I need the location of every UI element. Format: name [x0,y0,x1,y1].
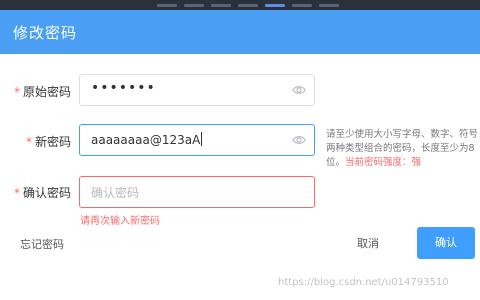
nav-segment [184,4,204,7]
confirm-button[interactable]: 确认 [417,227,475,259]
password-hint: 请至少使用大小写字母、数字、符号两种类型组合的密码，长度至少为8位。当前密码强度… [326,128,478,170]
new-password-value: aaaaaaaa@123aA [91,132,203,147]
strength-label: 当前密码强度： [345,157,412,168]
old-password-label: * 原始密码 [14,83,71,100]
new-password-input[interactable]: aaaaaaaa@123aA [79,124,315,156]
nav-segment [292,4,312,7]
nav-segment [319,4,339,7]
confirm-password-input[interactable]: 确认密码 [79,176,315,208]
strength-value: 强 [411,157,422,168]
nav-segment-active [265,4,285,7]
password-strength: 当前密码强度：强 [345,157,421,168]
nav-segment [238,4,258,7]
new-password-label: * 新密码 [26,133,71,150]
eye-icon[interactable] [292,133,306,147]
text-caret [201,132,203,146]
required-mark: * [14,85,20,99]
top-nav-strip [0,0,480,10]
old-password-label-text: 原始密码 [23,85,72,99]
dialog-title: 修改密码 [13,24,78,42]
old-password-input[interactable]: ••••••• [79,74,315,106]
required-mark: * [14,186,20,200]
confirm-password-label-text: 确认密码 [23,186,72,200]
required-mark: * [26,135,32,149]
dialog-header: 修改密码 [0,10,480,54]
confirm-password-placeholder: 确认密码 [91,186,140,200]
forgot-password-link[interactable]: 忘记密码 [20,236,64,252]
new-password-value-text: aaaaaaaa@123aA [91,133,201,147]
confirm-password-error: 请再次输入新密码 [80,216,160,227]
old-password-value: ••••••• [91,80,156,96]
nav-segment [211,4,231,7]
cancel-button[interactable]: 取消 [348,229,388,259]
nav-segment [157,4,177,7]
watermark: https://blog.csdn.net/u014793510 [278,277,449,288]
confirm-password-label: * 确认密码 [14,184,71,201]
new-password-label-text: 新密码 [35,135,72,149]
eye-icon[interactable] [292,83,306,97]
